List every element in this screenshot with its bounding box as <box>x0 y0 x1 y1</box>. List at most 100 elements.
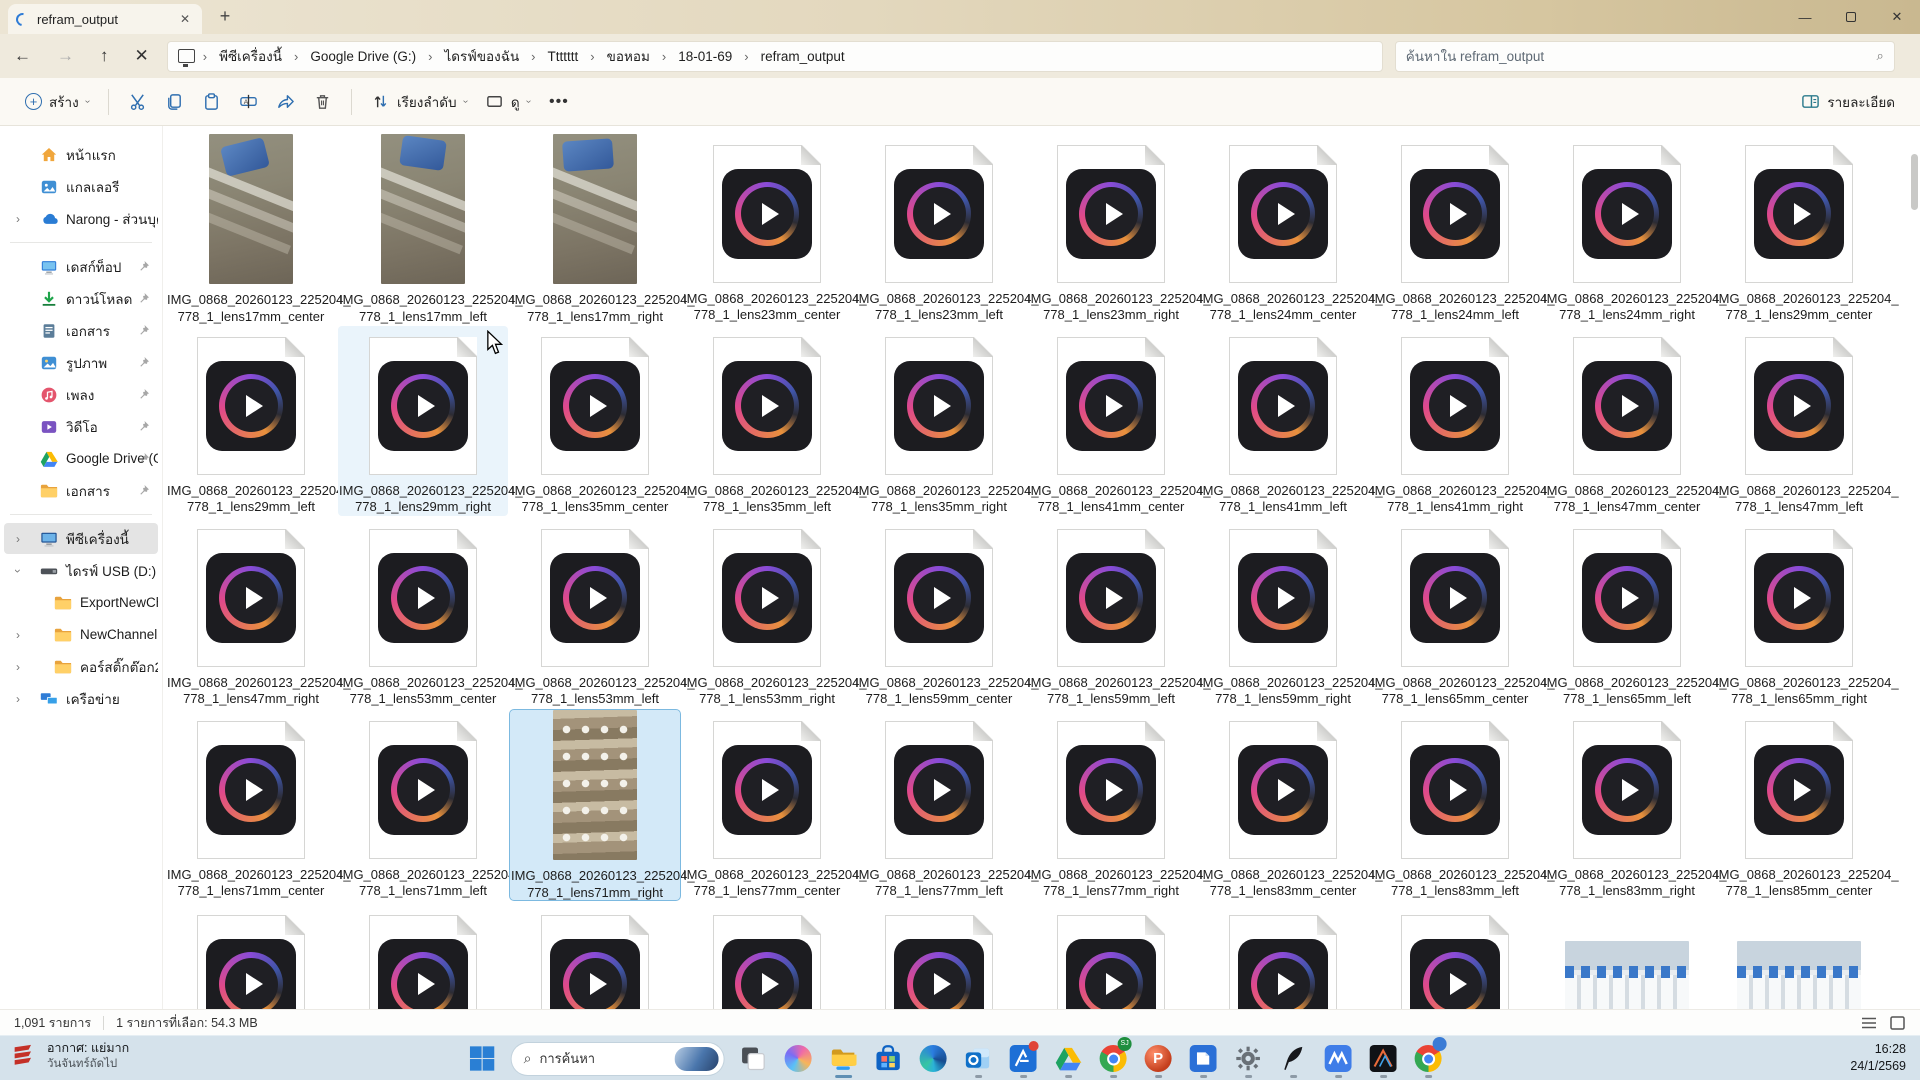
file-item[interactable]: IMG_0868_20260123_225204_778_1_lens23mm_… <box>1026 134 1196 324</box>
sidebar-item--[interactable]: แกลเลอรี <box>4 171 158 202</box>
file-item[interactable]: IMG_0868_20260123_225204_778_1_lens59mm_… <box>1198 518 1368 708</box>
store-button[interactable] <box>873 1039 904 1079</box>
rename-button[interactable]: A <box>230 85 267 118</box>
file-item[interactable]: IMG_0868_20260123_225204_778_1_lens29mm_… <box>166 326 336 516</box>
clip-app-button[interactable] <box>1188 1039 1219 1079</box>
file-item[interactable]: IMG_0868_20260123_225204_778_1_lens65mm_… <box>1370 518 1540 708</box>
file-item[interactable] <box>682 902 852 1009</box>
file-item[interactable]: IMG_0868_20260123_225204_778_1_lens53mm_… <box>338 518 508 708</box>
taskbar-weather-widget[interactable]: อากาศ: แย่มาก วันจันทร์ถัดไป <box>10 1041 129 1071</box>
file-item[interactable]: IMG_0868_20260123_225204_778_1_lens85mm_… <box>1714 710 1884 900</box>
sidebar-item-google-drive-g-[interactable]: Google Drive (G: <box>4 443 158 474</box>
tree-chevron-icon[interactable]: › <box>16 628 20 642</box>
sidebar-item-exportnewchanel[interactable]: ExportNewChanel <box>4 587 158 618</box>
file-item[interactable]: IMG_0868_20260123_225204_778_1_lens59mm_… <box>854 518 1024 708</box>
tree-chevron-icon[interactable]: › <box>16 532 20 546</box>
file-item[interactable]: IMG_0868_20260123_225204_778_1_lens77mm_… <box>854 710 1024 900</box>
start-button[interactable] <box>467 1039 498 1079</box>
file-item[interactable] <box>510 902 680 1009</box>
sidebar-item-narong-[interactable]: ›Narong - ส่วนบุคคล <box>4 203 158 234</box>
powerpoint-button[interactable]: P <box>1143 1039 1174 1079</box>
file-item[interactable]: IMG_0868_20260123_225204_778_1_lens41mm_… <box>1198 326 1368 516</box>
taskbar-clock[interactable]: 16:28 24/1/2569 <box>1850 1041 1906 1075</box>
file-item[interactable]: IMG_0868_20260123_225204_778_1_lens17mm_… <box>338 134 508 324</box>
task-view-button[interactable] <box>738 1039 769 1079</box>
file-item[interactable]: IMG_0868_20260123_225204_778_1_lens29mm_… <box>1714 134 1884 324</box>
search-input[interactable] <box>1406 49 1846 64</box>
close-button[interactable]: ✕ <box>1874 0 1920 34</box>
new-tab-button[interactable]: + <box>212 6 238 27</box>
file-item[interactable] <box>338 902 508 1009</box>
file-item[interactable]: IMG_0868_20260123_225204_778_1_lens47mm_… <box>166 518 336 708</box>
delete-button[interactable] <box>304 85 341 118</box>
view-button[interactable]: ดู › <box>476 84 539 120</box>
file-item[interactable]: IMG_0868_20260123_225204_778_1_lens71mm_… <box>166 710 336 900</box>
new-button[interactable]: + สร้าง › <box>16 84 98 120</box>
settings-button[interactable] <box>1233 1039 1264 1079</box>
tab-close-icon[interactable]: ✕ <box>176 12 194 26</box>
tree-chevron-icon[interactable]: › <box>16 660 20 674</box>
breadcrumb-item[interactable]: Google Drive (G:) <box>304 47 422 66</box>
file-item[interactable] <box>1714 902 1884 1009</box>
sidebar-item--[interactable]: ›พีซีเครื่องนี้ <box>4 523 158 554</box>
breadcrumb[interactable]: ›พีซีเครื่องนี้›Google Drive (G:)›ไดรฟ์ข… <box>167 41 1383 72</box>
file-item[interactable]: IMG_0868_20260123_225204_778_1_lens65mm_… <box>1714 518 1884 708</box>
thumbnail-view-toggle-icon[interactable] <box>1888 1015 1906 1031</box>
file-item[interactable]: IMG_0868_20260123_225204_778_1_lens59mm_… <box>1026 518 1196 708</box>
file-item[interactable]: IMG_0868_20260123_225204_778_1_lens24mm_… <box>1370 134 1540 324</box>
file-item[interactable]: IMG_0868_20260123_225204_778_1_lens71mm_… <box>338 710 508 900</box>
file-item[interactable]: IMG_0868_20260123_225204_778_1_lens17mm_… <box>166 134 336 324</box>
file-item[interactable]: IMG_0868_20260123_225204_778_1_lens24mm_… <box>1542 134 1712 324</box>
cut-button[interactable] <box>119 85 156 118</box>
file-item[interactable] <box>1026 902 1196 1009</box>
copy-button[interactable] <box>156 85 193 118</box>
sidebar-item--[interactable]: ›เครือข่าย <box>4 683 158 714</box>
breadcrumb-item[interactable]: ขอหอม <box>601 43 656 69</box>
copilot-button[interactable] <box>783 1039 814 1079</box>
google-drive-button[interactable] <box>1053 1039 1084 1079</box>
file-item[interactable]: IMG_0868_20260123_225204_778_1_lens83mm_… <box>1370 710 1540 900</box>
file-item[interactable]: IMG_0868_20260123_225204_778_1_lens53mm_… <box>510 518 680 708</box>
edge-button[interactable] <box>918 1039 949 1079</box>
forward-button[interactable]: → <box>57 46 74 66</box>
sidebar-item--[interactable]: รูปภาพ <box>4 347 158 378</box>
maximize-button[interactable] <box>1828 0 1874 34</box>
breadcrumb-item[interactable]: ไดรฟ์ของฉัน <box>438 43 525 69</box>
file-item[interactable]: IMG_0868_20260123_225204_778_1_lens83mm_… <box>1542 710 1712 900</box>
file-item[interactable]: IMG_0868_20260123_225204_778_1_lens77mm_… <box>682 710 852 900</box>
sidebar-item--[interactable]: เอกสาร <box>4 315 158 346</box>
tab-refram-output[interactable]: refram_output ✕ <box>8 4 202 34</box>
sidebar-item--[interactable]: เอกสาร <box>4 475 158 506</box>
breadcrumb-item[interactable]: พีซีเครื่องนี้ <box>213 43 288 69</box>
file-item[interactable]: IMG_0868_20260123_225204_778_1_lens23mm_… <box>854 134 1024 324</box>
file-item[interactable]: IMG_0868_20260123_225204_778_1_lens35mm_… <box>854 326 1024 516</box>
sidebar-item--[interactable]: ดาวน์โหลด <box>4 283 158 314</box>
sidebar-item-newchannel[interactable]: ›NewChannel <box>4 619 158 650</box>
file-item[interactable]: IMG_0868_20260123_225204_778_1_lens47mm_… <box>1542 326 1712 516</box>
sidebar-item--usb-d-[interactable]: ›ไดรฟ์ USB (D:) <box>4 555 158 586</box>
search-box[interactable]: ⌕ <box>1395 41 1895 72</box>
file-item[interactable]: IMG_0868_20260123_225204_778_1_lens23mm_… <box>682 134 852 324</box>
more-options-button[interactable]: ••• <box>539 93 579 111</box>
mountain-app-button[interactable] <box>1368 1039 1399 1079</box>
file-item[interactable] <box>1198 902 1368 1009</box>
details-pane-button[interactable]: รายละเอียด <box>1792 84 1904 120</box>
quill-app-button[interactable] <box>1278 1039 1309 1079</box>
notes-app-button[interactable] <box>1008 1039 1039 1079</box>
tree-chevron-icon[interactable]: › <box>16 692 20 706</box>
breadcrumb-item[interactable]: 18-01-69 <box>672 47 738 66</box>
file-item[interactable]: IMG_0868_20260123_225204_778_1_lens71mm_… <box>510 710 680 900</box>
file-item[interactable]: IMG_0868_20260123_225204_778_1_lens41mm_… <box>1370 326 1540 516</box>
vertical-scrollbar[interactable] <box>1911 154 1918 210</box>
sidebar-item--[interactable]: เพลง <box>4 379 158 410</box>
file-item[interactable]: IMG_0868_20260123_225204_778_1_lens24mm_… <box>1198 134 1368 324</box>
file-explorer-button[interactable] <box>828 1039 859 1079</box>
up-button[interactable]: ↑ <box>100 46 109 66</box>
file-item[interactable]: IMG_0868_20260123_225204_778_1_lens17mm_… <box>510 134 680 324</box>
file-item[interactable] <box>854 902 1024 1009</box>
sidebar-item--[interactable]: หน้าแรก <box>4 139 158 170</box>
sidebar-item--[interactable]: เดสก์ท็อป <box>4 251 158 282</box>
file-item[interactable]: IMG_0868_20260123_225204_778_1_lens29mm_… <box>338 326 508 516</box>
file-item[interactable] <box>1370 902 1540 1009</box>
chrome-profile-2-button[interactable] <box>1413 1039 1444 1079</box>
